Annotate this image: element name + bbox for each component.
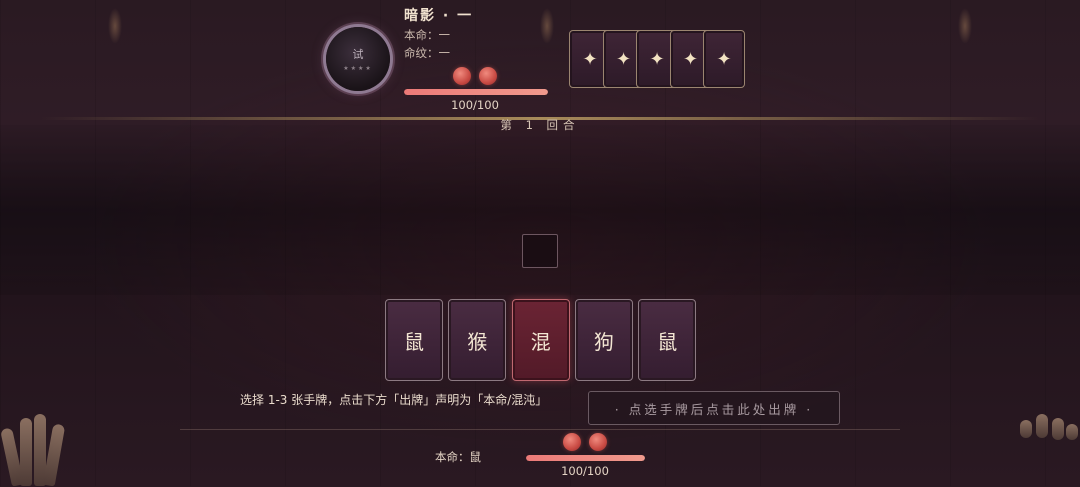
player-divider bbox=[180, 429, 900, 430]
opponent-card-back: ✦ bbox=[703, 30, 745, 88]
opponent-avatar[interactable]: 试 ★★★★ bbox=[326, 27, 390, 91]
play-card-button[interactable]: · 点选手牌后点击此处出牌 · bbox=[588, 391, 840, 425]
player-hp-bar bbox=[526, 455, 645, 461]
opponent-hp-fill bbox=[404, 89, 548, 95]
hand-card[interactable]: 狗 bbox=[574, 299, 633, 381]
opponent-mingwen: 命纹：一 bbox=[404, 46, 450, 60]
opponent-name: 暗影 · 一 bbox=[404, 8, 474, 24]
opponent-life-bead bbox=[479, 67, 497, 85]
hand-card[interactable]: 混 bbox=[511, 299, 570, 381]
opponent-life-bead bbox=[453, 67, 471, 85]
hand-card[interactable]: 猴 bbox=[448, 299, 507, 381]
avatar-stars: ★★★★ bbox=[343, 65, 373, 72]
avatar-label: 试 bbox=[352, 48, 364, 61]
player-hp-fill bbox=[526, 455, 645, 461]
opponent-hp-bar bbox=[404, 89, 548, 95]
player-life-bead bbox=[563, 433, 581, 451]
player-hp-text: 100/100 bbox=[561, 464, 609, 478]
wall-lamp bbox=[540, 8, 554, 44]
opponent-hp-text: 100/100 bbox=[451, 98, 499, 112]
instruction-text: 选择 1-3 张手牌，点击下方「出牌」声明为「本命/混沌」 bbox=[240, 393, 548, 407]
play-area-slot[interactable] bbox=[522, 234, 558, 268]
opponent-benming: 本命：一 bbox=[404, 28, 450, 42]
wall-lamp bbox=[958, 8, 972, 44]
hand-card[interactable]: 鼠 bbox=[638, 299, 697, 381]
table-shadow bbox=[0, 125, 1080, 295]
player-life-bead bbox=[589, 433, 607, 451]
wall-lamp bbox=[108, 8, 122, 44]
round-indicator: 第 1 回合 bbox=[500, 118, 580, 132]
hand-card[interactable]: 鼠 bbox=[385, 299, 443, 381]
player-benming: 本命：鼠 bbox=[435, 450, 481, 464]
